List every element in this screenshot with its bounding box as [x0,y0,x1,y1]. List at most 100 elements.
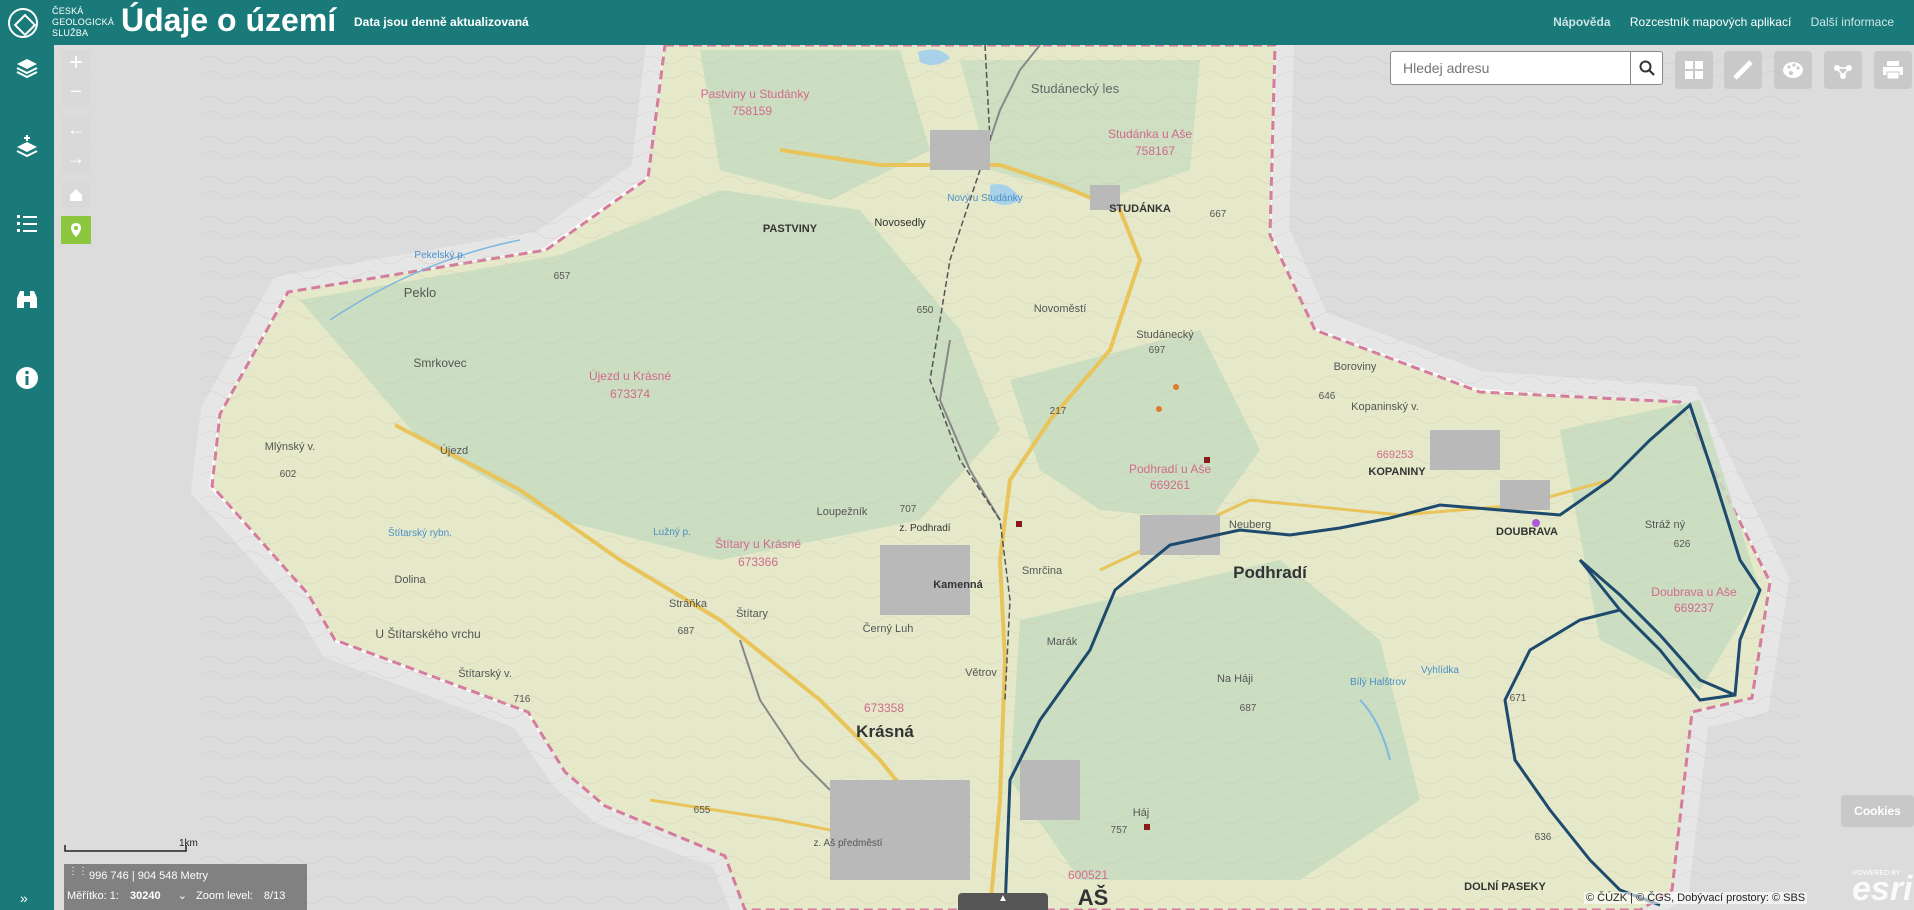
map-place-label: Pekelský p. [414,250,465,261]
map-place-label: U Štítarského vrchu [375,626,480,641]
mine-marker[interactable] [1144,824,1150,830]
map-place-label: Neuberg [1229,519,1271,531]
basemap-gallery-button[interactable] [1675,51,1713,89]
explore-button[interactable] [10,283,44,317]
help-link[interactable]: Nápověda [1553,15,1610,29]
map-place-label: Smrkovec [413,356,466,370]
bottom-panel-toggle[interactable]: ▲ [958,893,1048,910]
map-place-label: Novosedly [874,217,926,229]
scale-value[interactable]: 30240 [130,890,161,902]
map-place-label: z. Podhradí [899,523,950,534]
map-elevation-label: 697 [1149,345,1166,356]
map-place-label: Studánecký les [1031,81,1120,96]
map-place-label: Černý Luh [863,622,914,635]
symbology-button[interactable] [1774,51,1812,89]
add-layer-button[interactable] [10,129,44,163]
cgs-logo[interactable]: ČESKÁ GEOLOGICKÁ SLUŽBA [8,6,118,40]
coordinates-readout: 996 746 | 904 548 Metry [89,870,209,882]
home-icon [70,189,82,201]
map-place-label: 758167 [1135,144,1175,158]
map-place-label: Na Háji [1217,673,1253,685]
map-place-label: Újezd u Krásné [589,368,671,383]
map-elevation-label: 687 [678,626,695,637]
cookies-button[interactable]: Cookies [1841,795,1914,827]
map-place-label: Smrčina [1022,565,1063,577]
map-place-label: Stráž ný [1645,519,1686,531]
scale-prefix: 1: [109,890,119,902]
zoom-in-button[interactable]: + [61,50,91,78]
locate-button[interactable] [61,216,91,244]
map-place-label: Štítary [736,607,768,620]
map-elevation-label: 667 [1210,209,1227,220]
map-place-label: Podhradí [1233,563,1308,582]
map-place-label: Bílý Halštrov [1350,677,1406,688]
measure-button[interactable] [1724,51,1762,89]
legend-button[interactable] [10,206,44,240]
info-button[interactable] [10,361,44,395]
map-elevation-label: 217 [1050,406,1067,417]
map-elevation-label: 657 [554,271,571,282]
map-place-label: STUDÁNKA [1109,202,1171,215]
print-icon [1883,61,1903,80]
map-place-label: Mlýnský v. [265,441,316,453]
app-directory-link[interactable]: Rozcestník mapových aplikací [1630,15,1791,29]
map-elevation-label: 757 [1111,825,1128,836]
expand-sidebar-icon[interactable]: » [20,890,28,906]
share-icon [1834,65,1852,79]
poi-marker[interactable] [1173,384,1179,390]
map-place-label: Stráňka [669,598,708,610]
search-icon [1639,60,1655,76]
layer-add-icon [16,135,38,158]
map-place-label: Kopaninský v. [1351,401,1419,413]
legend-list-icon [17,215,37,232]
app-subtitle: Data jsou denně aktualizovaná [354,15,529,29]
drag-handle-icon[interactable]: ⋮⋮ [68,866,88,877]
next-extent-button[interactable]: → [61,145,91,173]
map-place-label: z. Aš předměstí [814,838,883,849]
layers-button[interactable] [10,51,44,85]
map-place-label: Krásná [856,722,914,741]
share-button[interactable] [1824,51,1862,89]
zoom-level-label: Zoom level: [195,890,253,902]
map-elevation-label: 707 [900,504,917,515]
map-place-label: Novoměstí [1034,303,1087,315]
home-button[interactable] [61,181,91,209]
address-search-input[interactable] [1391,52,1631,84]
map-place-label: Dolina [394,574,426,586]
map-place-label: Štítary u Krásné [715,536,801,551]
locate-icon [71,223,81,237]
map-place-label: DOLNÍ PASEKY [1464,880,1546,893]
map-attribution[interactable]: © ČÚZK | © ČGS, Dobývací prostory: © SBS [1584,892,1808,904]
more-info-link[interactable]: Další informace [1811,15,1894,29]
poi-marker[interactable] [1156,406,1162,412]
measure-icon [1733,60,1753,80]
map-view[interactable]: Pastviny u Studánky 758159 Studánka u Aše 7… [54,45,1914,910]
cgs-seal-icon [8,8,38,38]
print-button[interactable] [1874,51,1912,89]
zoom-out-button[interactable]: − [61,79,91,107]
map-place-label: 600521 [1068,868,1108,882]
search-button[interactable] [1630,52,1662,84]
map-elevation-label: 716 [514,694,531,705]
org-line-2: GEOLOGICKÁ [52,17,115,27]
map-place-label: 673374 [610,387,650,401]
scale-row: Měřítko: 1: 30240 ⌄ Zoom level: 8/13 [67,889,285,902]
basemap-gallery-icon [1685,61,1703,79]
map-place-label: Podhradí u Aše [1129,462,1211,476]
map-place-label: Pastviny u Studánky [701,87,810,101]
map-place-label: 669253 [1377,449,1414,461]
map-elevation-label: 650 [917,305,934,316]
map-place-label: Nový u Studánky [947,193,1023,204]
address-search [1390,51,1663,85]
map-canvas[interactable]: Pastviny u Studánky 758159 Studánka u Aše 7… [54,45,1914,910]
map-place-label: Marák [1047,636,1078,648]
map-elevation-label: 602 [280,469,297,480]
map-place-label: 673358 [864,701,904,715]
mine-marker[interactable] [1016,521,1022,527]
chevron-down-icon[interactable]: ⌄ [178,890,187,902]
map-place-label: Studánecký [1136,329,1194,341]
map-place-label: 758159 [732,104,772,118]
org-line-1: ČESKÁ [52,6,84,16]
previous-extent-button[interactable]: ← [61,116,91,144]
scale-bar-label: 1km [179,838,198,849]
